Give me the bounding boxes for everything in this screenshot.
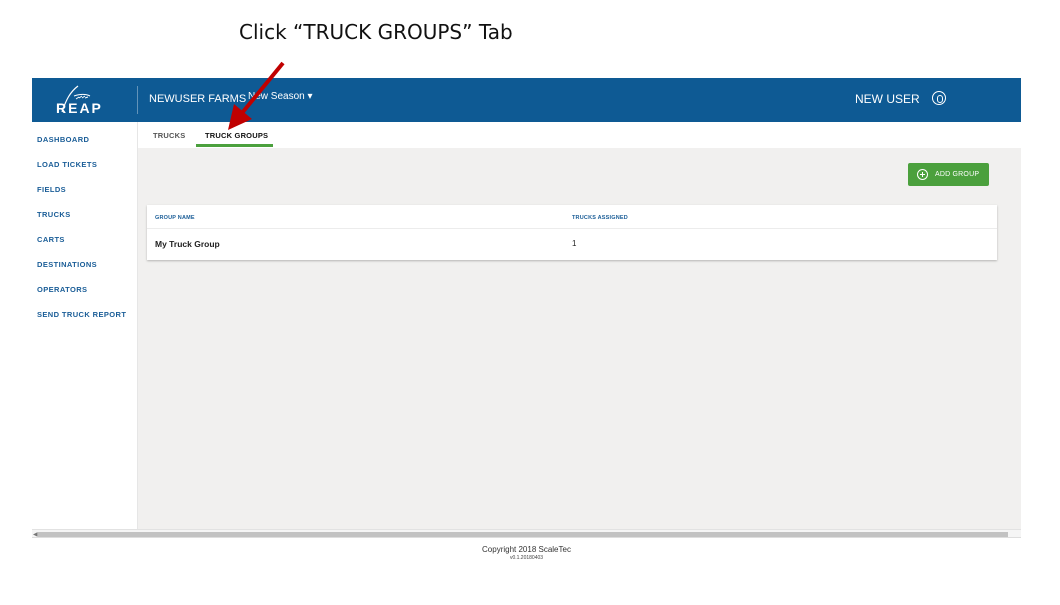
add-group-label: ADD GROUP: [935, 171, 980, 178]
column-header-trucks-assigned[interactable]: TRUCKS ASSIGNED: [572, 215, 628, 221]
active-tab-indicator: [196, 144, 273, 147]
add-group-button[interactable]: ADD GROUP: [908, 163, 989, 186]
logo-text: REAP: [56, 100, 103, 116]
scrollbar-thumb[interactable]: [38, 532, 1008, 537]
arrow-pointer-icon: [228, 61, 285, 130]
top-header-bar: REAP NEWUSER FARMS New Season ▾ NEW USER: [32, 78, 1021, 122]
sidebar-item-dashboard[interactable]: DASHBOARD: [37, 135, 89, 144]
sidebar-item-load-tickets[interactable]: LOAD TICKETS: [37, 160, 97, 169]
sidebar-item-fields[interactable]: FIELDS: [37, 185, 66, 194]
sidebar-item-trucks[interactable]: TRUCKS: [37, 210, 71, 219]
header-divider: [137, 86, 138, 114]
table-row-group-name[interactable]: My Truck Group: [155, 239, 220, 249]
column-header-group-name[interactable]: GROUP NAME: [155, 215, 195, 221]
table-row-trucks-assigned: 1: [572, 239, 577, 248]
user-menu[interactable]: NEW USER: [855, 92, 920, 106]
plus-circle-icon: [917, 169, 928, 180]
footer: Copyright 2018 ScaleTec v0.1.20180403: [32, 545, 1021, 561]
horizontal-scrollbar[interactable]: ◀: [32, 529, 1021, 538]
reap-logo[interactable]: REAP: [54, 82, 114, 118]
tab-trucks[interactable]: TRUCKS: [153, 131, 185, 140]
version-text: v0.1.20180403: [509, 555, 544, 561]
sidebar-item-operators[interactable]: OPERATORS: [37, 285, 87, 294]
sidebar-item-send-truck-report[interactable]: SEND TRUCK REPORT: [37, 310, 126, 319]
instruction-text: Click “TRUCK GROUPS” Tab: [239, 20, 513, 44]
sidebar-item-destinations[interactable]: DESTINATIONS: [37, 260, 97, 269]
scroll-left-icon[interactable]: ◀: [33, 531, 38, 538]
sidebar-nav: DASHBOARD LOAD TICKETS FIELDS TRUCKS CAR…: [32, 122, 138, 532]
screen: Click “TRUCK GROUPS” Tab REAP NEWUSER FA…: [0, 0, 1060, 605]
sidebar-item-carts[interactable]: CARTS: [37, 235, 65, 244]
copyright-text: Copyright 2018 ScaleTec: [482, 545, 571, 554]
table-divider: [147, 228, 997, 229]
main-content: ADD GROUP GROUP NAME TRUCKS ASSIGNED My …: [138, 148, 1021, 532]
user-profile-icon[interactable]: [932, 91, 946, 105]
truck-groups-table: GROUP NAME TRUCKS ASSIGNED My Truck Grou…: [147, 205, 997, 260]
